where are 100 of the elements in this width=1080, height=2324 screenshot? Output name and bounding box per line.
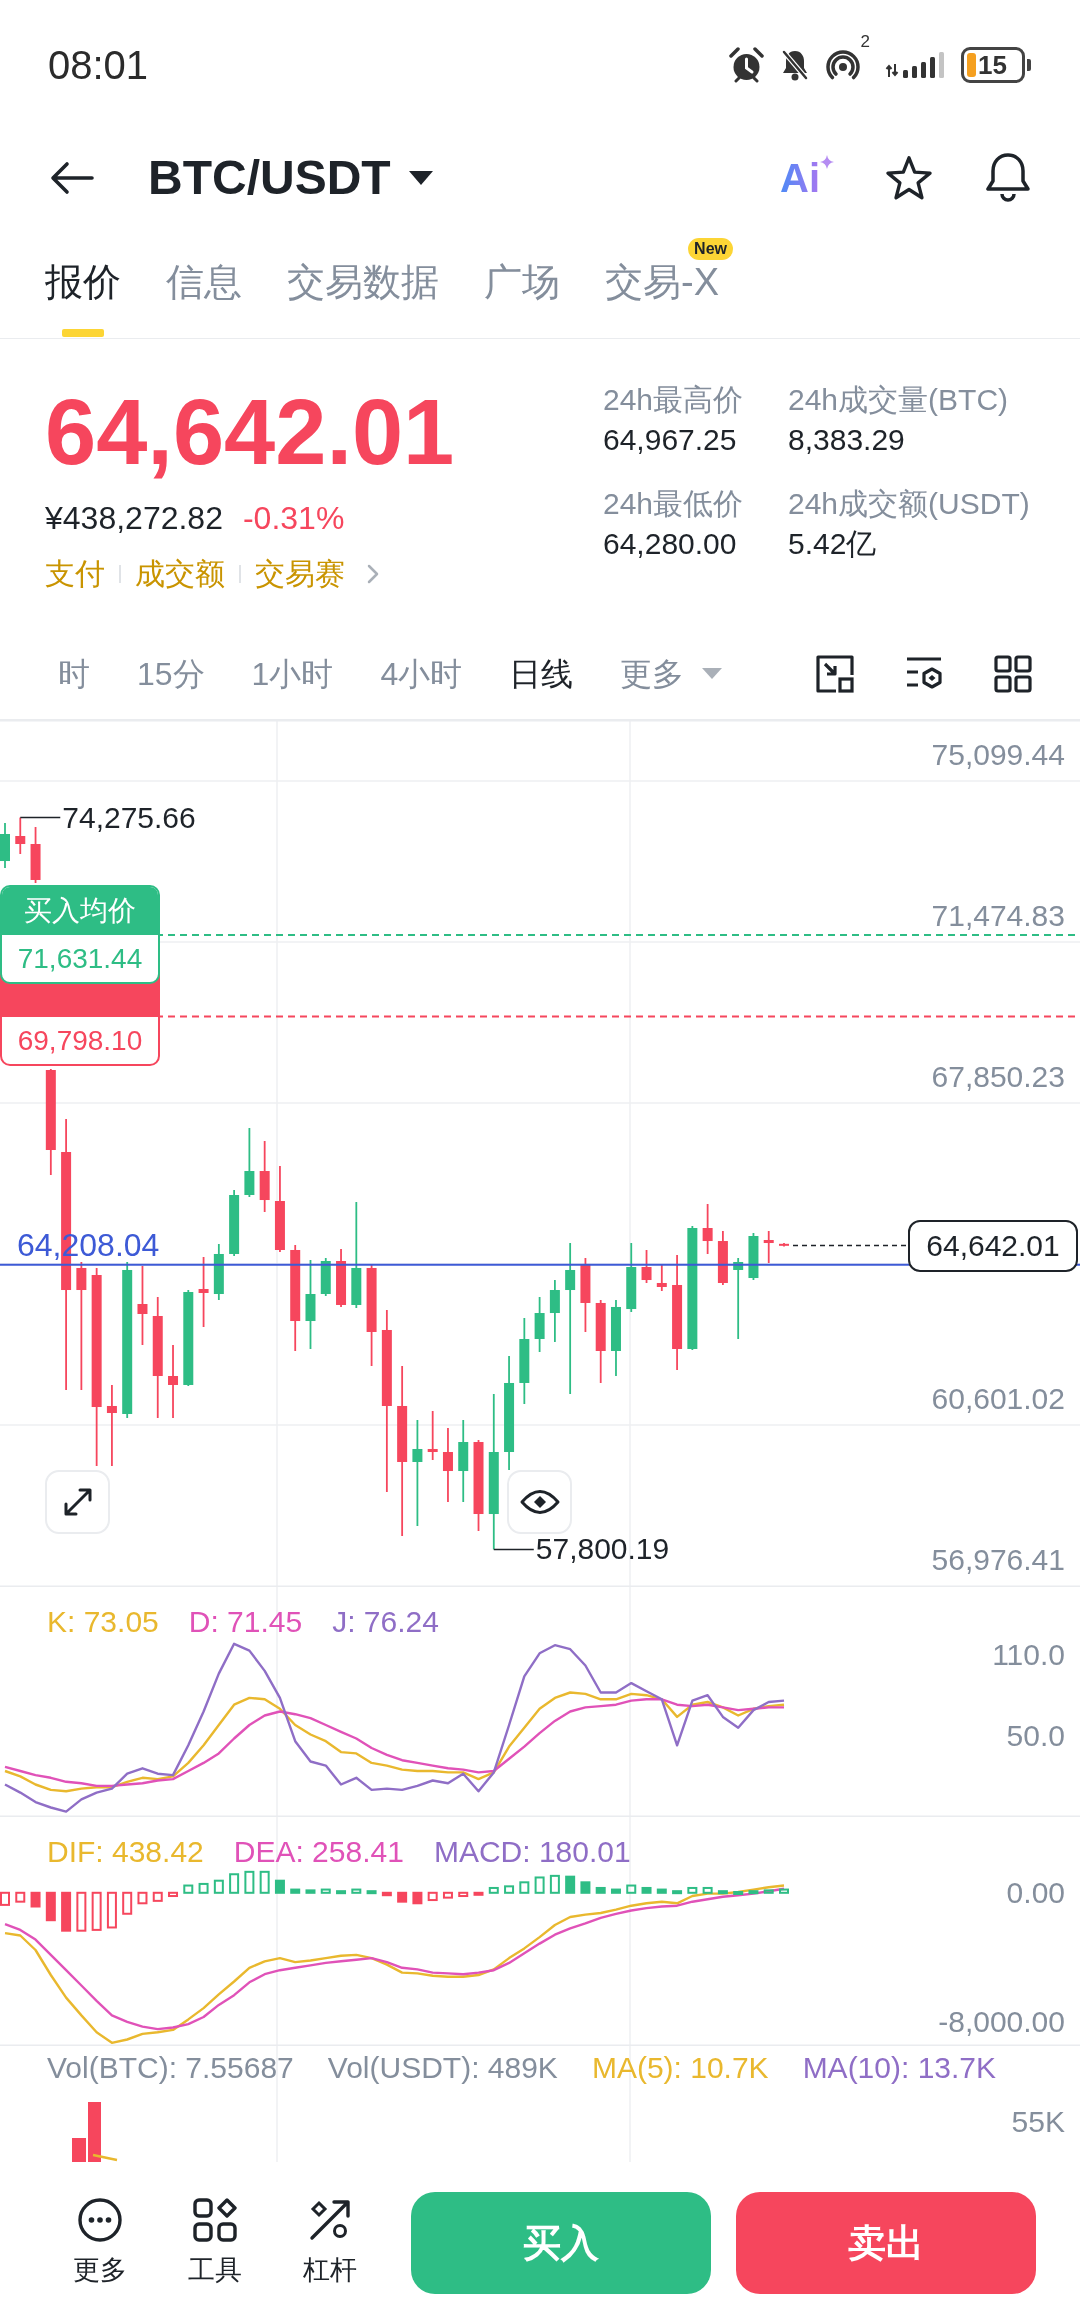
- volume-bar: [88, 2102, 101, 2162]
- interval-tab[interactable]: 1小时: [251, 653, 334, 694]
- leader-line: [493, 1548, 535, 1551]
- candle: [229, 1189, 240, 1257]
- hotspot-icon: [825, 50, 860, 80]
- indicator-legend: J: 76.24: [332, 1607, 439, 1637]
- favorite-button[interactable]: [885, 155, 933, 201]
- info-link[interactable]: 支付: [45, 556, 105, 592]
- sparkle-icon: [820, 155, 834, 169]
- new-badge: New: [688, 238, 733, 260]
- volume-bar: [72, 2138, 86, 2162]
- candle: [779, 1242, 789, 1248]
- candle: [15, 816, 26, 855]
- tab[interactable]: 交易数据: [287, 226, 439, 338]
- price-axis-label: 71,474.83: [931, 899, 1065, 933]
- candle: [626, 1242, 637, 1313]
- price-change: -0.31%: [242, 499, 345, 538]
- notification-button[interactable]: [984, 152, 1032, 204]
- candle: [641, 1249, 652, 1284]
- candle: [320, 1257, 331, 1297]
- moving-average-line: [92, 2153, 118, 2162]
- stat-value: 64,280.00: [603, 526, 738, 562]
- more-icon: [78, 2198, 122, 2242]
- volume-legend: MA(10): 13.7K: [802, 2053, 997, 2083]
- buy-button[interactable]: 买入: [411, 2192, 711, 2294]
- toolbar-button[interactable]: 杠杆: [290, 2198, 370, 2288]
- tab[interactable]: 信息: [166, 226, 242, 338]
- indicator-legend: K: 73.05: [47, 1607, 159, 1637]
- hotspot-count: 2: [860, 33, 870, 51]
- candle: [717, 1230, 728, 1286]
- battery-level-fill: [967, 53, 976, 77]
- candle: [213, 1243, 224, 1301]
- axis-tick-label: 55K: [1011, 2107, 1065, 2137]
- back-arrow-icon: [50, 161, 94, 195]
- interval-tab[interactable]: 4小时: [380, 653, 463, 694]
- volume-legend: MA(5): 10.7K: [591, 2053, 769, 2083]
- candle: [549, 1279, 560, 1343]
- candle: [244, 1127, 255, 1198]
- indicator-legend: DIF: 438.42: [47, 1837, 204, 1867]
- axis-tick-label: -8,000.00: [938, 2006, 1065, 2037]
- battery-percent: 15: [978, 51, 1007, 79]
- fiat-price: ¥438,272.82: [45, 499, 223, 538]
- price-axis-label: 60,601.02: [931, 1382, 1065, 1416]
- candle: [0, 822, 10, 869]
- diagonal-arrow-icon: [308, 2198, 352, 2242]
- interval-tab[interactable]: 15分: [137, 653, 205, 694]
- tab[interactable]: 报价: [45, 226, 121, 338]
- price-axis-label: 56,976.41: [931, 1543, 1065, 1577]
- extreme-price-label: 74,275.66: [62, 802, 196, 833]
- stat-value: 64,967.25: [603, 422, 738, 458]
- shapes-grid-icon: [193, 2198, 237, 2242]
- indicator-legend: MACD: 180.01: [433, 1837, 631, 1867]
- signal-icon: [885, 50, 945, 80]
- axis-tick-label: 0.00: [1006, 1877, 1065, 1908]
- sell-average-price: 69,798.10: [16, 1024, 144, 1058]
- last-price: 64,642.01: [45, 382, 456, 482]
- candle: [656, 1263, 667, 1292]
- candle: [748, 1232, 759, 1281]
- muted-bell-icon: [780, 49, 809, 81]
- toolbar-button[interactable]: 更多: [60, 2198, 140, 2288]
- info-link[interactable]: 成交额: [135, 556, 225, 592]
- stat-label: 24h成交量(BTC): [788, 382, 1010, 418]
- caret-down-icon: [408, 171, 433, 185]
- buy-average-price: 71,631.44: [16, 942, 144, 976]
- interval-tab[interactable]: 日线: [509, 653, 574, 694]
- star-icon: [885, 155, 933, 201]
- visibility-button[interactable]: [507, 1470, 572, 1534]
- indicator-legend: DEA: 258.41: [233, 1837, 404, 1867]
- eye-icon: [519, 1489, 560, 1515]
- price-axis-label: 67,850.23: [931, 1060, 1065, 1094]
- stat-label: 24h最高价: [603, 382, 745, 418]
- caret-down-icon: [702, 668, 723, 679]
- interval-tab[interactable]: 更多: [620, 653, 723, 694]
- info-link[interactable]: 交易赛: [255, 556, 345, 592]
- stat-label: 24h成交额(USDT): [788, 486, 1030, 522]
- back-button[interactable]: [50, 161, 94, 195]
- price-axis-label: 75,099.44: [931, 738, 1065, 772]
- candle: [336, 1248, 347, 1308]
- grid-icon[interactable]: [994, 654, 1032, 693]
- volume-legend: Vol(USDT): 489K: [327, 2053, 558, 2083]
- pair-selector[interactable]: BTC/USDT: [148, 150, 433, 206]
- candle: [427, 1410, 438, 1461]
- toolbar-button[interactable]: 工具: [175, 2198, 255, 2288]
- square-arrow-icon[interactable]: [816, 654, 854, 693]
- stat-value: 5.42亿: [788, 526, 878, 562]
- interval-tab[interactable]: 时: [58, 653, 90, 694]
- axis-tick-label: 50.0: [1006, 1720, 1065, 1751]
- candle: [763, 1230, 774, 1264]
- sell-button[interactable]: 卖出: [736, 2192, 1036, 2294]
- stat-label: 24h最低价: [603, 486, 745, 522]
- alarm-clock-icon: [727, 47, 765, 83]
- candle: [534, 1296, 545, 1353]
- indicator-legend: D: 71.45: [188, 1607, 303, 1637]
- stat-value: 8,383.29: [788, 422, 906, 458]
- leader-line: [19, 816, 61, 819]
- expand-button[interactable]: [45, 1470, 110, 1534]
- candle: [198, 1256, 209, 1328]
- candle: [30, 826, 41, 884]
- tab[interactable]: 广场: [484, 226, 560, 338]
- extreme-price-label: 57,800.19: [535, 1534, 670, 1565]
